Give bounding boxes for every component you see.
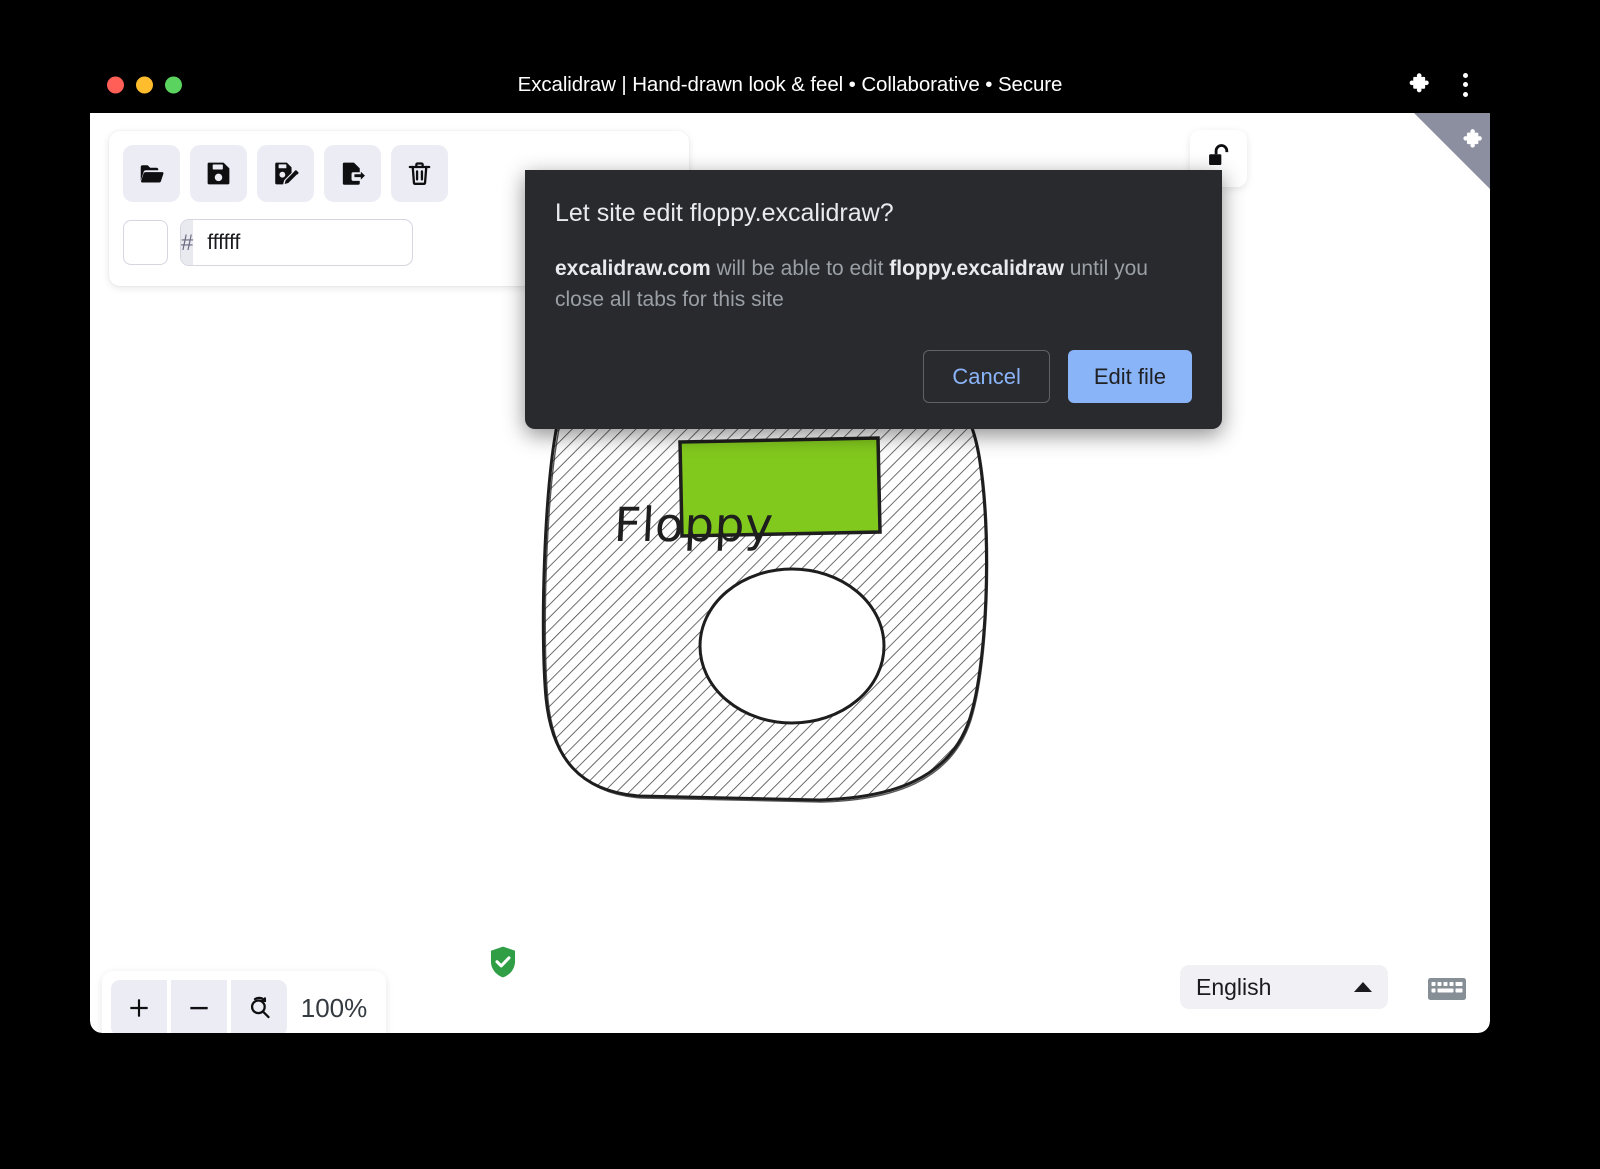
dialog-body-text: excalidraw.com will be able to edit flop… — [555, 254, 1192, 315]
dialog-button-row: Cancel Edit file — [555, 350, 1192, 403]
dialog-origin: excalidraw.com — [555, 257, 711, 280]
keyboard-shortcuts-button[interactable] — [1428, 976, 1466, 1007]
browser-title-bar: Excalidraw | Hand-drawn look & feel • Co… — [90, 56, 1490, 113]
dialog-title: Let site edit floppy.excalidraw? — [555, 199, 1192, 228]
puzzle-piece-icon[interactable] — [1404, 71, 1431, 98]
minus-icon — [186, 995, 212, 1021]
menu-dot — [1463, 73, 1468, 78]
floppy-label-text: Floppy — [613, 498, 775, 553]
zoom-in-button[interactable] — [111, 980, 167, 1033]
file-export-arrow-icon — [338, 159, 367, 188]
save-button[interactable] — [190, 145, 247, 202]
hex-color-input[interactable] — [193, 220, 413, 265]
extension-corner-badge — [1414, 113, 1490, 189]
dialog-text-1: will be able to edit — [711, 257, 890, 280]
trash-icon — [405, 159, 434, 188]
cancel-button[interactable]: Cancel — [923, 350, 1049, 403]
language-select[interactable]: English — [1180, 965, 1388, 1009]
reset-canvas-button[interactable] — [391, 145, 448, 202]
browser-window: Excalidraw | Hand-drawn look & feel • Co… — [90, 56, 1490, 1033]
hash-prefix-label: # — [181, 220, 193, 265]
open-file-button[interactable] — [123, 145, 180, 202]
three-dots-vertical-icon[interactable] — [1457, 69, 1474, 101]
color-swatch-preview[interactable] — [123, 220, 168, 265]
puzzle-piece-icon — [1458, 127, 1484, 158]
chevron-up-icon — [1354, 982, 1372, 992]
menu-dot — [1463, 92, 1468, 97]
floppy-disk-pencil-icon — [271, 159, 300, 188]
browser-actions — [1404, 69, 1474, 101]
menu-dot — [1463, 82, 1468, 87]
zoom-reset-icon — [246, 995, 273, 1022]
export-button[interactable] — [324, 145, 381, 202]
save-as-button[interactable] — [257, 145, 314, 202]
folder-open-icon — [137, 159, 167, 189]
zoom-controls-island: 100% — [102, 971, 386, 1033]
zoom-out-button[interactable] — [171, 980, 227, 1033]
hex-color-field[interactable]: # — [180, 219, 413, 266]
plus-icon — [126, 995, 152, 1021]
language-select-label: English — [1196, 974, 1271, 1001]
site-permission-dialog: Let site edit floppy.excalidraw? excalid… — [525, 170, 1222, 429]
floppy-disk-icon — [204, 159, 233, 188]
dialog-filename: floppy.excalidraw — [889, 257, 1064, 280]
shield-check-icon — [487, 945, 519, 984]
edit-file-button[interactable]: Edit file — [1068, 350, 1192, 403]
window-title: Excalidraw | Hand-drawn look & feel • Co… — [90, 73, 1490, 97]
reset-zoom-button[interactable] — [231, 980, 287, 1033]
zoom-level-label[interactable]: 100% — [291, 993, 377, 1024]
keyboard-icon — [1428, 989, 1466, 1006]
excalidraw-canvas-viewport[interactable]: Floppy — [90, 113, 1490, 1033]
